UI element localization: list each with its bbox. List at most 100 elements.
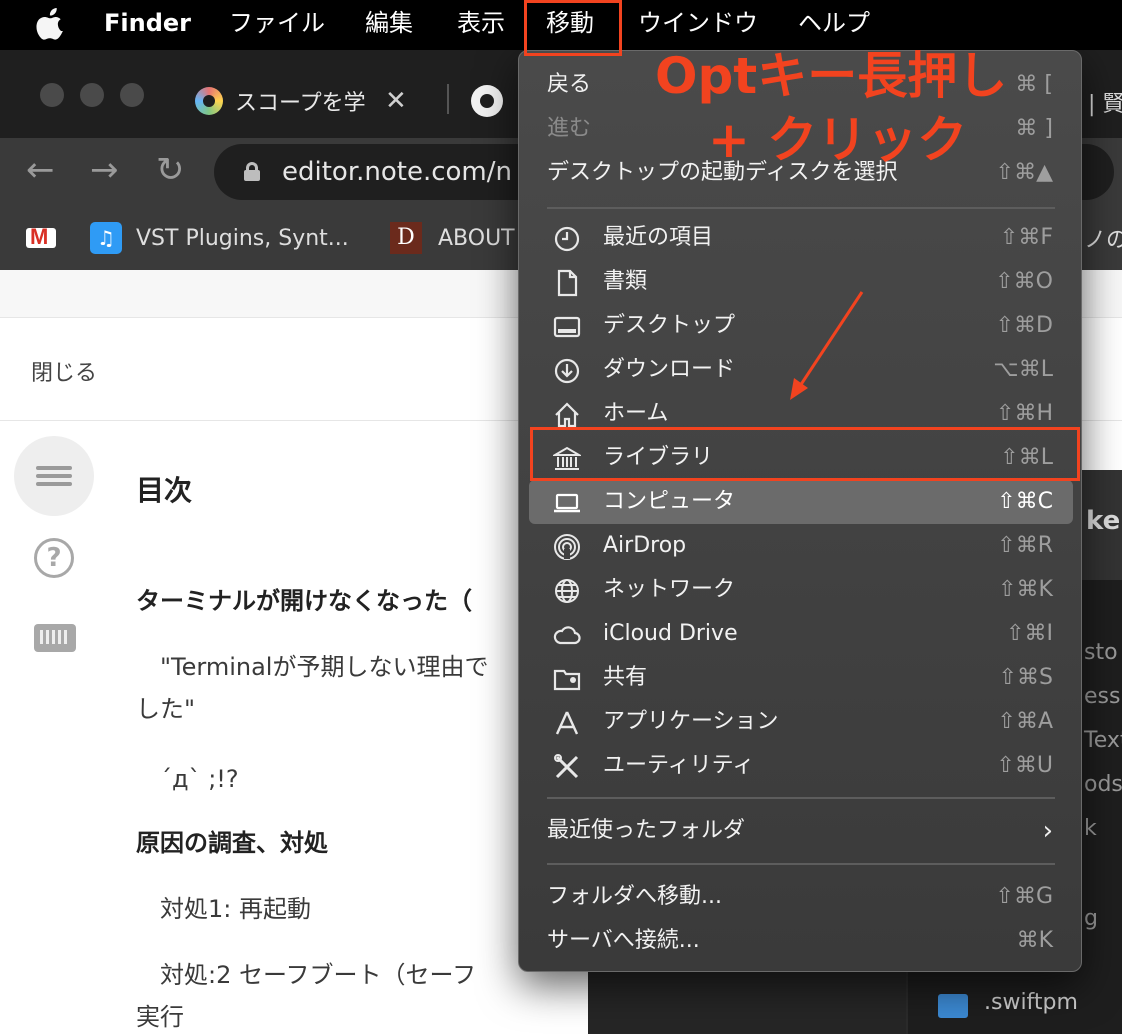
reload-icon[interactable]: ↻ — [156, 148, 185, 192]
utilities-icon — [554, 754, 579, 779]
menu-separator — [547, 797, 1055, 799]
menu-item-documents-label: 書類 — [603, 269, 648, 294]
finder-row[interactable]: sto — [1084, 640, 1118, 665]
github-icon[interactable] — [471, 85, 503, 117]
menu-item-documents[interactable]: 書類 ⇧⌘O — [519, 260, 1083, 304]
menu-item-icloud[interactable]: iCloud Drive ⇧⌘I — [519, 612, 1083, 656]
menu-item-startup-disk-shortcut: ⇧⌘▲ — [995, 160, 1053, 185]
menu-item-icloud-label: iCloud Drive — [603, 621, 738, 646]
menu-item-go-to-folder-shortcut: ⇧⌘G — [995, 884, 1053, 909]
shared-folder-icon — [553, 669, 581, 691]
article-step-1: 対処1: 再起動 — [136, 895, 311, 923]
chevron-right-icon: › — [1042, 816, 1053, 846]
tab-favicon-icon — [195, 87, 223, 115]
tab-separator — [447, 84, 449, 114]
window-minimize-button[interactable] — [80, 83, 104, 107]
bookmark-vst-label: VST Plugins, Synt... — [136, 225, 349, 251]
go-menu-dropdown: 戻る ⌘ [ 進む ⌘ ] デスクトップの起動ディスクを選択 ⇧⌘▲ 最近の項目… — [518, 50, 1082, 972]
keyboard-icon[interactable] — [34, 624, 76, 652]
bookmark-right[interactable]: ノの — [1084, 220, 1122, 256]
menu-item-computer[interactable]: コンピュータ ⇧⌘C — [529, 480, 1073, 524]
finder-row[interactable]: ods — [1084, 772, 1122, 797]
close-link[interactable]: 閉じる — [31, 355, 97, 387]
menu-item-airdrop[interactable]: AirDrop ⇧⌘R — [519, 524, 1083, 568]
library-highlight-box — [530, 427, 1080, 481]
menu-item-recent-folders[interactable]: 最近使ったフォルダ › — [519, 809, 1083, 853]
menu-item-downloads-shortcut: ⌥⌘L — [993, 357, 1053, 382]
menu-edit[interactable]: 編集 — [365, 0, 413, 50]
window-close-button[interactable] — [40, 83, 64, 107]
menu-item-utilities[interactable]: ユーティリティ ⇧⌘U — [519, 744, 1083, 788]
menu-item-desktop-shortcut: ⇧⌘D — [995, 313, 1053, 338]
finder-row[interactable]: essi — [1084, 684, 1122, 709]
finder-row[interactable]: Text — [1084, 728, 1122, 753]
menu-item-network[interactable]: ネットワーク ⇧⌘K — [519, 568, 1083, 612]
browser-tab[interactable]: スコープを学 ✕ — [195, 78, 407, 124]
d-logo-icon: D — [390, 222, 422, 254]
menu-item-computer-label: コンピュータ — [603, 489, 736, 514]
window-zoom-button[interactable] — [120, 83, 144, 107]
article-para-1a: "Terminalが予期しない理由で — [136, 653, 489, 681]
desktop-icon — [553, 316, 581, 338]
bookmark-vst[interactable]: ♫ VST Plugins, Synt... — [90, 220, 349, 256]
tab-close-icon[interactable]: ✕ — [385, 86, 407, 116]
menu-item-applications-shortcut: ⇧⌘A — [997, 709, 1053, 734]
menu-item-network-label: ネットワーク — [603, 577, 736, 602]
menu-item-applications[interactable]: アプリケーション ⇧⌘A — [519, 700, 1083, 744]
menu-item-downloads[interactable]: ダウンロード ⌥⌘L — [519, 348, 1083, 392]
music-note-icon: ♫ — [90, 222, 122, 254]
menu-item-utilities-shortcut: ⇧⌘U — [996, 753, 1053, 778]
go-menu-highlight-box — [524, 0, 622, 56]
menu-view[interactable]: 表示 — [457, 0, 505, 50]
bookmark-about-label: ABOUT — [438, 225, 515, 251]
help-icon[interactable]: ? — [34, 538, 74, 578]
menu-item-icloud-shortcut: ⇧⌘I — [1006, 621, 1053, 646]
menu-item-recents-label: 最近の項目 — [603, 225, 714, 250]
tab-right-text[interactable]: | 賢 — [1088, 86, 1122, 118]
network-icon — [555, 579, 579, 603]
menu-item-connect-server-label: サーバへ接続... — [547, 928, 700, 953]
article-heading-2: 原因の調査、対処 — [136, 829, 328, 857]
tab-title: スコープを学 — [235, 91, 366, 116]
article-heading-1: ターミナルが開けなくなった（ — [136, 587, 472, 615]
menu-item-documents-shortcut: ⇧⌘O — [995, 269, 1053, 294]
back-arrow-icon[interactable]: ← — [26, 148, 55, 192]
menu-item-applications-label: アプリケーション — [603, 709, 779, 734]
apple-logo-icon[interactable] — [36, 8, 66, 40]
article-para-2: ´д` ;!? — [136, 765, 239, 793]
computer-icon — [554, 493, 580, 513]
annotation-line-2: + クリック — [708, 111, 968, 169]
bookmark-about[interactable]: D ABOUT — [390, 220, 515, 256]
bookmark-gmail[interactable] — [26, 220, 56, 256]
document-icon — [557, 269, 578, 297]
menu-item-recents[interactable]: 最近の項目 ⇧⌘F — [519, 216, 1083, 260]
menu-item-recents-shortcut: ⇧⌘F — [999, 225, 1053, 250]
menu-item-utilities-label: ユーティリティ — [603, 753, 755, 778]
article-step-2a: 対処:2 セーフブート（セーフ — [136, 961, 477, 989]
folder-icon — [938, 994, 968, 1018]
applications-icon — [555, 711, 579, 735]
menu-separator — [547, 207, 1055, 209]
cloud-icon — [553, 626, 581, 645]
menu-item-shared-shortcut: ⇧⌘S — [998, 665, 1053, 690]
finder-folder-name[interactable]: .swiftpm — [984, 990, 1078, 1015]
menu-item-desktop-label: デスクトップ — [603, 313, 736, 338]
menu-item-desktop[interactable]: デスクトップ ⇧⌘D — [519, 304, 1083, 348]
menu-item-computer-shortcut: ⇧⌘C — [997, 489, 1053, 514]
menu-item-shared[interactable]: 共有 ⇧⌘S — [519, 656, 1083, 700]
menu-item-go-to-folder[interactable]: フォルダへ移動... ⇧⌘G — [519, 875, 1083, 919]
forward-arrow-icon[interactable]: → — [90, 148, 119, 192]
home-icon — [555, 402, 579, 428]
menu-item-airdrop-shortcut: ⇧⌘R — [997, 533, 1053, 558]
menu-item-connect-server-shortcut: ⌘K — [1016, 928, 1053, 953]
lock-icon — [244, 162, 260, 181]
finder-row[interactable]: k — [1084, 816, 1097, 841]
menu-item-network-shortcut: ⇧⌘K — [998, 577, 1053, 602]
finder-row[interactable]: g — [1084, 906, 1098, 931]
menu-item-forward-label: 進む — [547, 116, 592, 141]
menu-app-finder[interactable]: Finder — [104, 0, 191, 50]
address-url[interactable]: editor.note.com/n — [282, 154, 512, 190]
menu-file[interactable]: ファイル — [229, 0, 325, 50]
menu-item-connect-server[interactable]: サーバへ接続... ⌘K — [519, 919, 1083, 963]
toc-list-icon[interactable] — [14, 436, 94, 516]
